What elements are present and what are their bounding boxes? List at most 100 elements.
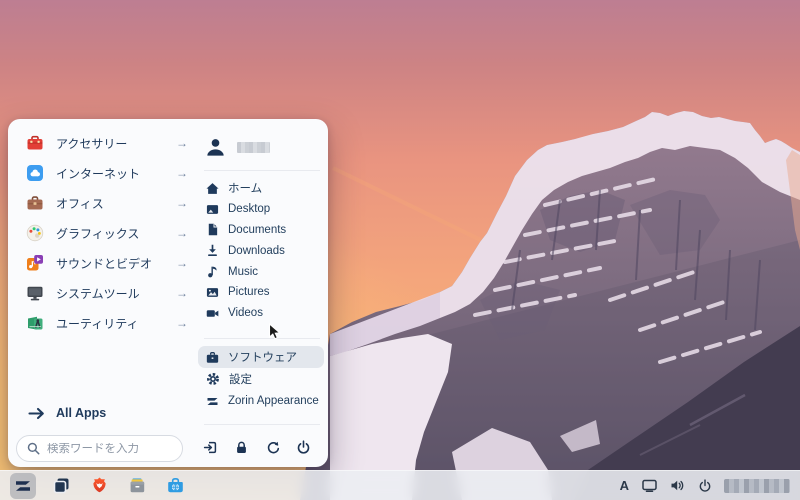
chevron-right-icon: → [176,317,188,329]
system-tray: A [620,478,790,493]
display-icon[interactable] [641,478,658,493]
volume-icon[interactable] [670,478,686,493]
search-bar[interactable] [16,435,183,462]
app-label: 設定 [229,371,252,387]
file-manager-button[interactable] [124,473,150,499]
desktop: アクセサリー → インターネット → オフィス [0,0,800,500]
place-home[interactable]: ホーム [200,178,324,199]
app-label: Zorin Appearance [228,395,319,407]
chevron-right-icon: → [176,167,188,179]
power-icon[interactable] [698,479,712,493]
brave-browser-button[interactable] [86,473,112,499]
category-label: システムツール [56,285,140,302]
lock-icon [234,440,249,455]
place-label: Desktop [228,203,270,215]
software-briefcase-icon [206,351,219,364]
toolbox-icon [26,134,44,152]
arrow-right-icon [28,407,45,420]
place-label: Downloads [228,245,285,257]
document-icon [206,223,219,236]
utilities-icon [26,314,44,332]
zorin-logo-icon [14,477,32,495]
place-downloads[interactable]: Downloads [200,240,324,261]
place-pictures[interactable]: Pictures [200,282,324,303]
divider [204,170,320,171]
chevron-right-icon: → [176,287,188,299]
place-desktop[interactable]: Desktop [200,199,324,220]
internet-cloud-icon [26,164,44,182]
place-label: ホーム [228,180,262,196]
category-utilities[interactable]: ユーティリティ → [18,308,196,338]
software-store-button[interactable] [162,473,188,499]
category-sound-video[interactable]: サウンドとビデオ → [18,248,196,278]
clock-censored[interactable] [724,479,790,493]
category-label: オフィス [56,195,104,212]
places-list: ホーム Desktop Documents [200,178,324,324]
power-icon [296,440,311,455]
user-profile[interactable] [204,135,270,159]
music-note-icon [206,265,219,278]
zorin-menu-button[interactable] [10,473,36,499]
chevron-right-icon: → [176,257,188,269]
zorin-app-menu: アクセサリー → インターネット → オフィス [8,119,328,467]
software-store-icon [166,476,185,495]
chevron-right-icon: → [176,137,188,149]
all-apps-label: All Apps [56,406,106,420]
category-system-tools[interactable]: システムツール → [18,278,196,308]
category-internet[interactable]: インターネット → [18,158,196,188]
place-videos[interactable]: Videos [200,303,324,324]
category-list: アクセサリー → インターネット → オフィス [18,128,196,338]
search-icon [27,442,40,455]
zorin-logo-icon [206,395,219,408]
category-office[interactable]: オフィス → [18,188,196,218]
power-button[interactable] [292,435,316,459]
taskbar: A [0,470,800,500]
divider [204,424,320,425]
app-label: ソフトウェア [228,349,297,365]
chevron-right-icon: → [176,197,188,209]
category-label: インターネット [56,165,140,182]
palette-icon [26,224,44,242]
app-software[interactable]: ソフトウェア [198,346,324,368]
home-icon [206,182,219,195]
gear-icon [206,372,220,386]
system-apps-list: ソフトウェア 設定 Zorin Appearance [198,346,324,412]
window-switcher-button[interactable] [48,473,74,499]
restart-icon [265,440,280,455]
chevron-right-icon: → [176,227,188,239]
place-label: Documents [228,224,286,236]
monitor-icon [26,284,44,302]
place-label: Videos [228,307,263,319]
desktop-icon [206,203,219,216]
media-icon [26,254,44,272]
picture-icon [206,286,219,299]
place-label: Pictures [228,286,270,298]
ime-indicator[interactable]: A [620,478,629,493]
divider [204,338,320,339]
windows-icon [52,476,71,495]
lock-button[interactable] [229,435,253,459]
mouse-cursor [268,323,283,342]
logout-button[interactable] [198,435,222,459]
place-documents[interactable]: Documents [200,220,324,241]
category-accessories[interactable]: アクセサリー → [18,128,196,158]
search-input[interactable] [47,443,165,455]
category-label: グラフィックス [56,225,139,242]
video-camera-icon [206,307,219,320]
app-zorin-appearance[interactable]: Zorin Appearance [198,390,324,412]
taskbar-apps [10,473,188,499]
file-cabinet-icon [128,476,147,495]
category-graphics[interactable]: グラフィックス → [18,218,196,248]
restart-button[interactable] [261,435,285,459]
brave-icon [90,476,109,495]
session-controls [198,435,316,459]
place-label: Music [228,266,258,278]
category-label: ユーティリティ [56,315,139,332]
briefcase-icon [26,194,44,212]
username-censored [237,142,270,153]
download-icon [206,244,219,257]
all-apps-button[interactable]: All Apps [28,398,106,428]
app-settings[interactable]: 設定 [198,368,324,390]
logout-icon [203,440,218,455]
place-music[interactable]: Music [200,261,324,282]
